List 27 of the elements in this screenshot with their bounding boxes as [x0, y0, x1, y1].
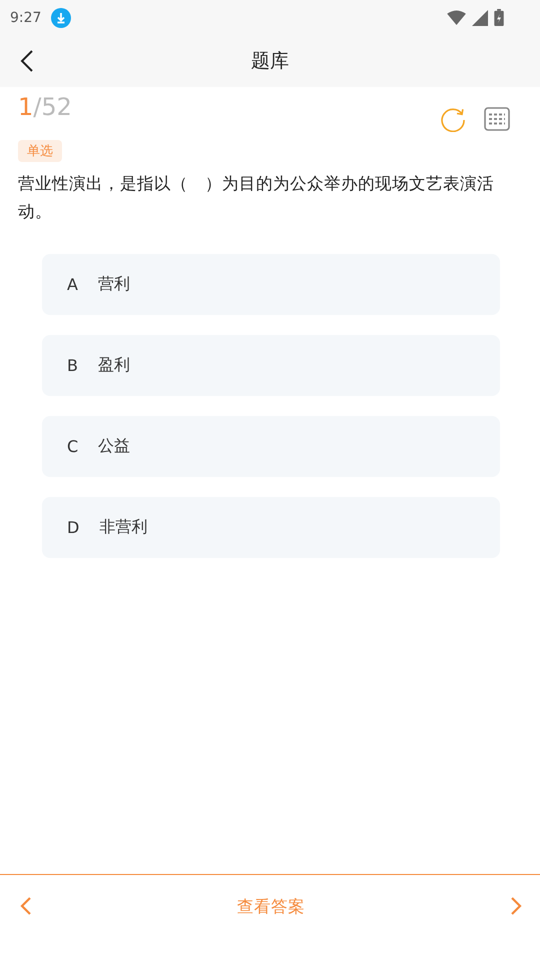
- answer-option[interactable]: D 非营利: [42, 497, 500, 558]
- signal-icon: [472, 10, 488, 26]
- option-letter: A: [67, 275, 78, 294]
- next-icon[interactable]: [510, 896, 522, 916]
- option-text: 非营利: [99, 517, 148, 538]
- option-letter: D: [67, 518, 80, 537]
- refresh-icon[interactable]: [440, 106, 466, 132]
- option-text: 盈利: [98, 355, 130, 376]
- previous-icon[interactable]: [20, 896, 32, 916]
- battery-icon: [494, 9, 504, 26]
- option-text: 公益: [98, 436, 130, 457]
- page-title: 题库: [251, 49, 289, 74]
- question-number: 1: [18, 93, 34, 121]
- option-letter: C: [67, 437, 78, 456]
- answer-option[interactable]: B 盈利: [42, 335, 500, 396]
- wifi-icon: [447, 10, 466, 25]
- answer-option[interactable]: C 公益: [42, 416, 500, 477]
- status-time: 9:27: [10, 10, 42, 26]
- back-icon[interactable]: [20, 49, 34, 73]
- question-total: /52: [33, 93, 72, 121]
- download-icon: [51, 8, 72, 28]
- option-letter: B: [67, 356, 78, 375]
- option-text: 营利: [98, 274, 130, 295]
- question-type-tag: 单选: [18, 140, 62, 162]
- grid-icon[interactable]: [484, 106, 510, 132]
- question-text: 营业性演出，是指以（ ）为目的为公众举办的现场文艺表演活动。: [18, 173, 495, 223]
- answer-option[interactable]: A 营利: [42, 254, 500, 315]
